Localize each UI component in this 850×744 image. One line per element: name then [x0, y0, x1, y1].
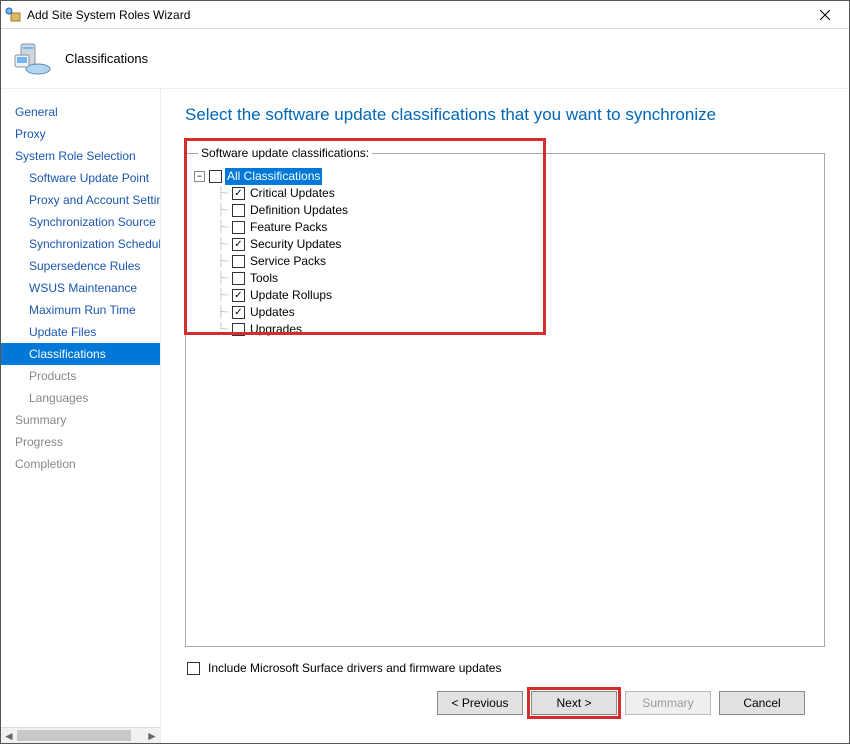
- nav-item-update-files[interactable]: Update Files: [1, 321, 160, 343]
- tree-connector: ├··: [214, 287, 232, 304]
- classifications-group: Software update classifications: −All Cl…: [185, 153, 825, 647]
- item-label[interactable]: Definition Updates: [248, 202, 350, 219]
- item-checkbox[interactable]: [232, 272, 245, 285]
- tree-connector: ├··: [214, 185, 232, 202]
- summary-button: Summary: [625, 691, 711, 715]
- tree-item-definition-updates[interactable]: ├·· Definition Updates: [194, 202, 816, 219]
- titlebar: Add Site System Roles Wizard: [1, 1, 849, 29]
- item-checkbox[interactable]: [232, 204, 245, 217]
- item-label[interactable]: Update Rollups: [248, 287, 334, 304]
- nav-item-synchronization-schedule[interactable]: Synchronization Schedule: [1, 233, 160, 255]
- tree-item-service-packs[interactable]: ├·· Service Packs: [194, 253, 816, 270]
- wizard-window: Add Site System Roles Wizard Classificat…: [0, 0, 850, 744]
- nav-scrollbar[interactable]: ◄ ►: [1, 727, 160, 743]
- item-checkbox[interactable]: [232, 187, 245, 200]
- main-panel: Select the software update classificatio…: [161, 89, 849, 743]
- tree-connector: ├··: [214, 270, 232, 287]
- group-label: Software update classifications:: [198, 146, 372, 160]
- close-button[interactable]: [805, 1, 845, 29]
- wizard-body: GeneralProxySystem Role SelectionSoftwar…: [1, 89, 849, 743]
- include-surface-checkbox[interactable]: [187, 662, 200, 675]
- item-checkbox[interactable]: [232, 221, 245, 234]
- nav-item-languages: Languages: [1, 387, 160, 409]
- tree-item-update-rollups[interactable]: ├·· Update Rollups: [194, 287, 816, 304]
- server-icon: [11, 39, 51, 79]
- wizard-footer: < Previous Next > Summary Cancel: [185, 685, 825, 743]
- item-checkbox[interactable]: [232, 255, 245, 268]
- cancel-button[interactable]: Cancel: [719, 691, 805, 715]
- nav-item-general[interactable]: General: [1, 101, 160, 123]
- classifications-tree[interactable]: −All Classifications├··Critical Updates├…: [194, 168, 816, 338]
- item-label[interactable]: Security Updates: [248, 236, 343, 253]
- nav-item-supersedence-rules[interactable]: Supersedence Rules: [1, 255, 160, 277]
- nav-item-synchronization-source[interactable]: Synchronization Source: [1, 211, 160, 233]
- item-checkbox[interactable]: [232, 238, 245, 251]
- scroll-left-icon[interactable]: ◄: [1, 728, 17, 743]
- tree-item-critical-updates[interactable]: ├·· Critical Updates: [194, 185, 816, 202]
- nav-item-classifications[interactable]: Classifications: [1, 343, 160, 365]
- expander-icon[interactable]: −: [194, 171, 205, 182]
- root-label[interactable]: All Classifications: [225, 168, 322, 185]
- close-icon: [820, 10, 830, 20]
- nav-item-system-role-selection[interactable]: System Role Selection: [1, 145, 160, 167]
- include-surface-row[interactable]: Include Microsoft Surface drivers and fi…: [187, 661, 823, 675]
- nav-sidebar: GeneralProxySystem Role SelectionSoftwar…: [1, 89, 161, 743]
- nav-item-summary: Summary: [1, 409, 160, 431]
- tree-connector: ├··: [214, 253, 232, 270]
- tree-root[interactable]: − All Classifications: [194, 168, 816, 185]
- item-label[interactable]: Feature Packs: [248, 219, 329, 236]
- item-label[interactable]: Updates: [248, 304, 297, 321]
- tree-item-upgrades[interactable]: └·· Upgrades: [194, 321, 816, 338]
- tree-connector: └··: [214, 321, 232, 338]
- nav-item-wsus-maintenance[interactable]: WSUS Maintenance: [1, 277, 160, 299]
- previous-button[interactable]: < Previous: [437, 691, 523, 715]
- item-checkbox[interactable]: [232, 323, 245, 336]
- tree-connector: ├··: [214, 202, 232, 219]
- tree-item-updates[interactable]: ├·· Updates: [194, 304, 816, 321]
- include-surface-label: Include Microsoft Surface drivers and fi…: [208, 661, 501, 675]
- window-title: Add Site System Roles Wizard: [27, 8, 805, 22]
- wizard-header: Classifications: [1, 29, 849, 89]
- tree-item-security-updates[interactable]: ├·· Security Updates: [194, 236, 816, 253]
- nav-item-progress: Progress: [1, 431, 160, 453]
- wizard-icon: [5, 7, 21, 23]
- page-heading: Select the software update classificatio…: [185, 105, 825, 125]
- next-button[interactable]: Next >: [531, 691, 617, 715]
- tree-connector: ├··: [214, 236, 232, 253]
- item-checkbox[interactable]: [232, 289, 245, 302]
- scroll-thumb[interactable]: [17, 730, 131, 741]
- next-button-wrap: Next >: [531, 691, 617, 715]
- tree-connector: ├··: [214, 219, 232, 236]
- nav-item-software-update-point[interactable]: Software Update Point: [1, 167, 160, 189]
- tree-item-feature-packs[interactable]: ├·· Feature Packs: [194, 219, 816, 236]
- nav-item-proxy-and-account-settings[interactable]: Proxy and Account Settings: [1, 189, 160, 211]
- tree-connector: ├··: [214, 304, 232, 321]
- item-label[interactable]: Service Packs: [248, 253, 328, 270]
- item-label[interactable]: Critical Updates: [248, 185, 337, 202]
- page-name: Classifications: [65, 51, 148, 66]
- root-checkbox[interactable]: [209, 170, 222, 183]
- scroll-right-icon[interactable]: ►: [144, 728, 160, 743]
- item-checkbox[interactable]: [232, 306, 245, 319]
- nav-item-products: Products: [1, 365, 160, 387]
- nav-item-proxy[interactable]: Proxy: [1, 123, 160, 145]
- tree-item-tools[interactable]: ├·· Tools: [194, 270, 816, 287]
- nav-item-maximum-run-time[interactable]: Maximum Run Time: [1, 299, 160, 321]
- nav-item-completion: Completion: [1, 453, 160, 475]
- item-label[interactable]: Upgrades: [248, 321, 304, 338]
- item-label[interactable]: Tools: [248, 270, 280, 287]
- scroll-track[interactable]: [17, 728, 144, 743]
